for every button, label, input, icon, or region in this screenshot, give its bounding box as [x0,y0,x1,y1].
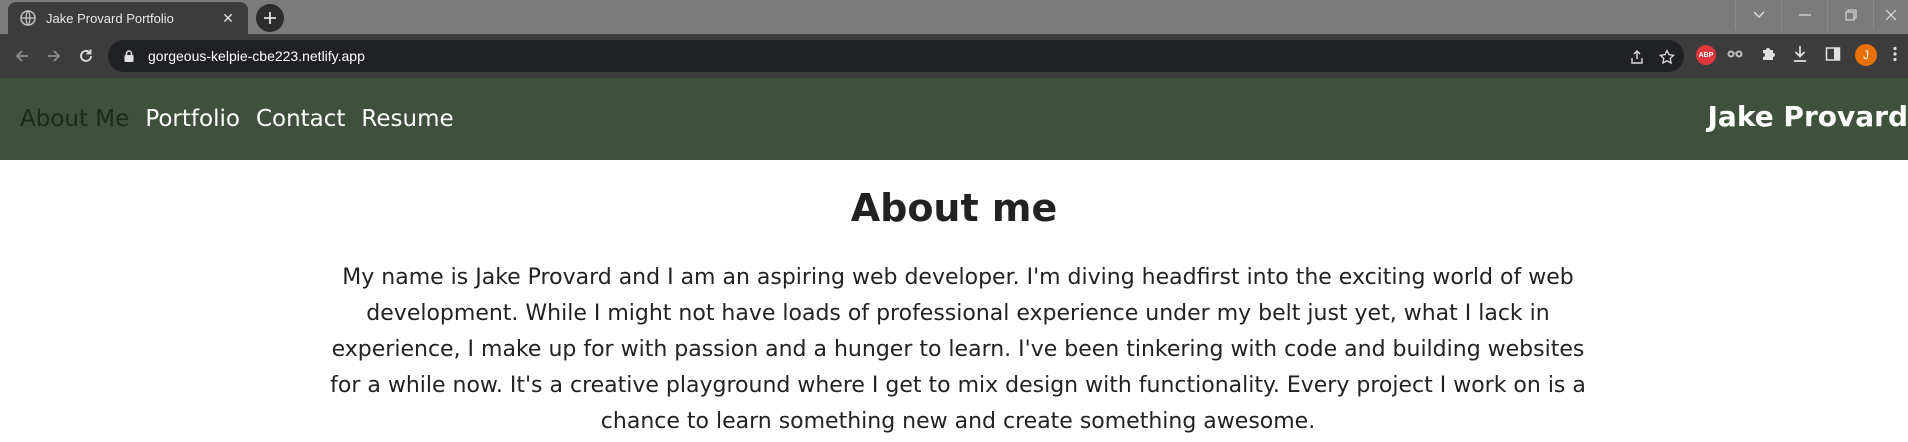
browser-menu-button[interactable] [1893,46,1897,62]
main-nav: About Me Portfolio Contact Resume [20,78,454,160]
plus-icon [264,12,276,24]
forward-icon [48,50,61,62]
tab-search-button[interactable] [1735,0,1781,30]
download-icon [1794,46,1806,62]
about-paragraph: My name is Jake Provard and I am an aspi… [330,265,1586,434]
chevron-down-icon [1753,11,1764,18]
lock-icon [122,49,136,63]
glasses-extension[interactable] [1726,47,1744,61]
glasses-icon [1727,50,1743,58]
sidepanel-icon [1825,47,1841,61]
adblock-extension[interactable]: ABP [1696,45,1716,65]
back-icon [15,50,28,62]
avatar: J [1855,44,1877,66]
side-panel-button[interactable] [1825,46,1841,62]
address-bar[interactable]: gorgeous-kelpie-cbe223.netlify.app [108,40,1684,72]
nav-link-resume[interactable]: Resume [361,106,453,132]
profile-button[interactable]: J [1855,44,1877,66]
browser-toolbar: gorgeous-kelpie-cbe223.netlify.app ABP J [0,34,1908,78]
close-window-button[interactable] [1873,0,1908,30]
globe-icon [20,10,36,26]
tab-title: Jake Provard Portfolio [46,10,174,26]
forward-button[interactable] [42,44,66,68]
reload-icon [80,49,92,62]
puzzle-icon [1763,48,1775,60]
url-text[interactable]: gorgeous-kelpie-cbe223.netlify.app [148,48,365,64]
about-section: About me My name is Jake Provard and I a… [0,160,1908,442]
nav-link-contact[interactable]: Contact [256,106,345,132]
share-icon[interactable] [1628,48,1646,66]
close-icon [1885,9,1897,21]
minimize-button[interactable] [1781,0,1827,30]
browser-tab[interactable]: Jake Provard Portfolio ✕ [8,2,248,34]
tab-strip: Jake Provard Portfolio ✕ [0,0,1908,34]
nav-link-portfolio[interactable]: Portfolio [145,106,240,132]
adblock-icon: ABP [1696,45,1716,65]
kebab-menu-icon [1893,46,1897,62]
site-header: About Me Portfolio Contact Resume Jake P… [0,78,1908,160]
restore-icon [1844,9,1857,21]
restore-button[interactable] [1827,0,1873,30]
site-brand: Jake Provard [1707,99,1908,133]
reload-button[interactable] [74,44,98,68]
page-title: About me [850,186,1058,230]
extensions-button[interactable] [1760,46,1776,62]
nav-link-about-me[interactable]: About Me [20,106,129,132]
minimize-icon [1798,14,1811,16]
star-icon[interactable] [1658,48,1676,66]
downloads-button[interactable] [1792,45,1808,63]
tab-close-icon[interactable]: ✕ [220,10,236,26]
new-tab-button[interactable] [256,4,284,32]
back-button[interactable] [10,44,34,68]
